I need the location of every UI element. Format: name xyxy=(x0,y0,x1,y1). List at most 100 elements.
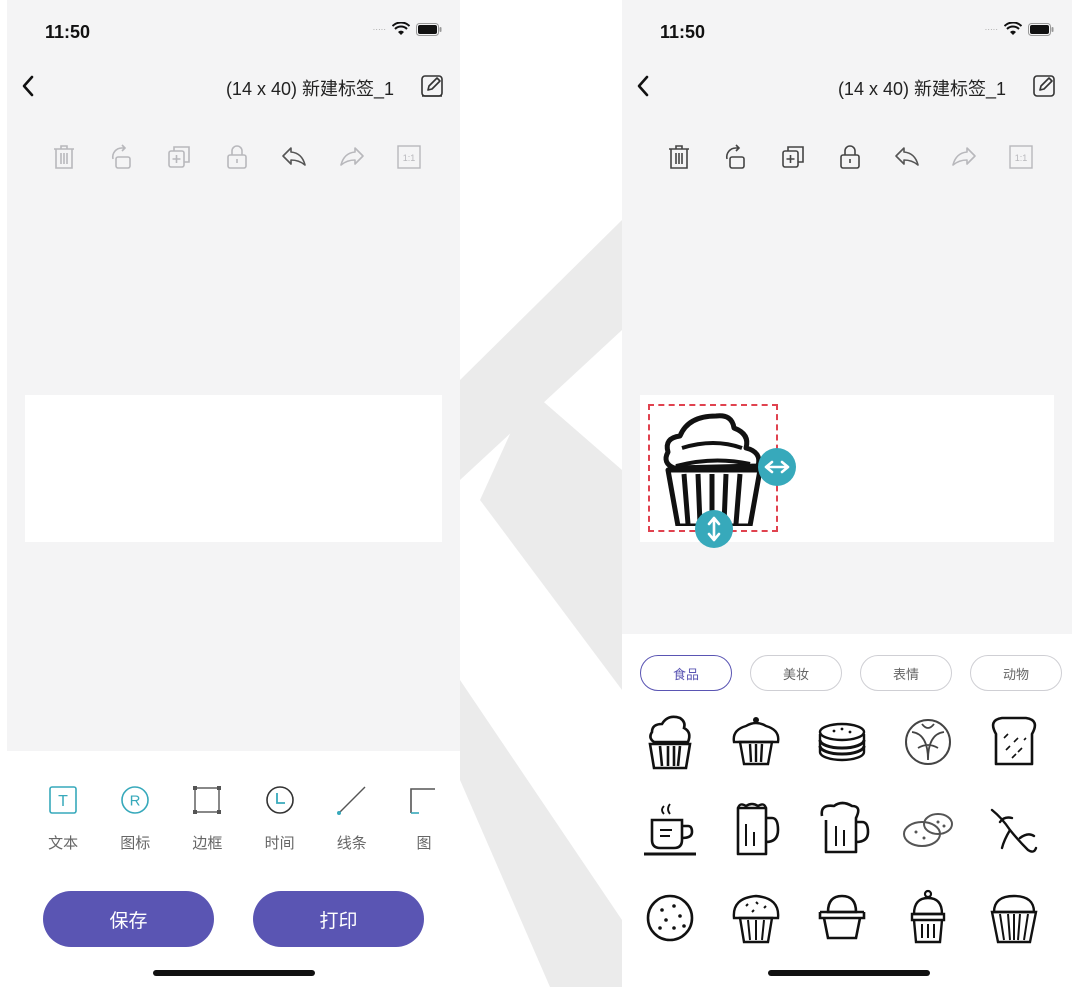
cupcake-icon[interactable] xyxy=(640,712,700,772)
svg-text:R: R xyxy=(130,793,141,810)
clock-icon xyxy=(265,786,294,814)
potato-icon[interactable] xyxy=(898,800,958,860)
pencil-square-icon xyxy=(1033,75,1055,97)
pencil-square-icon xyxy=(421,75,443,97)
lock-button[interactable] xyxy=(837,143,863,171)
cabbage-icon[interactable] xyxy=(898,712,958,772)
sprinkle-muffin-icon[interactable] xyxy=(726,888,786,948)
undo-icon xyxy=(895,147,919,166)
beer-mug-icon[interactable] xyxy=(726,800,786,860)
bread-slice-icon[interactable] xyxy=(984,712,1044,772)
tab-emoji[interactable]: 表情 xyxy=(860,655,952,691)
sticker-category-tabs: 食品 美妆 表情 动物 xyxy=(640,655,1072,691)
delete-button[interactable] xyxy=(666,143,692,171)
icon-tool-label: 图标 xyxy=(120,835,151,852)
label-canvas[interactable] xyxy=(25,395,442,542)
resize-width-handle[interactable] xyxy=(758,448,796,486)
edit-toolbar: 1:1 xyxy=(51,143,422,171)
resize-height-handle[interactable] xyxy=(695,510,733,548)
cookies-stack-icon[interactable] xyxy=(812,712,872,772)
status-time: 11:50 xyxy=(660,22,706,42)
undo-button[interactable] xyxy=(281,143,307,171)
text-tool[interactable]: T 文本 xyxy=(27,784,99,853)
save-button[interactable]: 保存 xyxy=(43,891,214,947)
text-tool-label: 文本 xyxy=(48,835,79,852)
signal-icon: ····· xyxy=(984,24,998,34)
time-tool[interactable]: 时间 xyxy=(244,784,316,853)
chevron-left-icon xyxy=(22,75,34,97)
battery-icon xyxy=(416,22,442,36)
actual-size-button[interactable]: 1:1 xyxy=(396,143,422,171)
svg-text:1:1: 1:1 xyxy=(403,153,416,163)
redo-button[interactable] xyxy=(339,143,365,171)
back-button[interactable] xyxy=(630,72,658,100)
icon-tool[interactable]: R 图标 xyxy=(99,784,171,853)
image-tool[interactable]: 图 xyxy=(388,784,460,853)
status-time: 11:50 xyxy=(45,22,91,42)
rotate-button[interactable] xyxy=(109,143,135,171)
actual-size-icon: 1:1 xyxy=(1009,145,1033,169)
image-icon xyxy=(410,788,435,814)
home-indicator xyxy=(768,970,930,976)
lock-button[interactable] xyxy=(224,143,250,171)
sticker-grid xyxy=(640,712,1068,948)
page-title: (14 x 40) 新建标签_1 xyxy=(225,79,394,99)
redo-button[interactable] xyxy=(951,143,977,171)
tab-beauty[interactable]: 美妆 xyxy=(750,655,842,691)
cookie-icon[interactable] xyxy=(640,888,700,948)
horizontal-arrows-icon xyxy=(764,460,790,474)
print-button[interactable]: 打印 xyxy=(253,891,424,947)
edit-toolbar: 1:1 xyxy=(666,143,1034,171)
status-icons: ····· xyxy=(373,22,442,36)
rotate-icon xyxy=(111,144,131,169)
image-tool-label: 图 xyxy=(416,835,432,852)
wifi-icon xyxy=(1004,22,1022,35)
actual-size-icon: 1:1 xyxy=(397,145,421,169)
wifi-icon xyxy=(392,22,410,35)
home-indicator xyxy=(153,970,315,976)
signal-icon: ····· xyxy=(372,24,386,34)
muffin-icon[interactable] xyxy=(726,712,786,772)
edit-title-button[interactable] xyxy=(1030,72,1058,100)
line-tool[interactable]: 线条 xyxy=(316,784,388,853)
cupcake-icon xyxy=(663,413,763,526)
delete-icon xyxy=(54,145,74,169)
duplicate-icon xyxy=(168,146,190,168)
registered-icon: R xyxy=(121,786,150,814)
svg-text:T: T xyxy=(58,793,68,810)
lock-icon xyxy=(226,145,247,169)
line-icon xyxy=(336,786,366,815)
watermark xyxy=(460,220,622,987)
rotate-button[interactable] xyxy=(723,143,749,171)
element-tools: T 文本 R 图标 边框 时间 线条 图 xyxy=(27,784,460,853)
edit-title-button[interactable] xyxy=(418,72,446,100)
border-icon xyxy=(193,786,222,814)
cupcake-liner-icon[interactable] xyxy=(984,888,1044,948)
pudding-icon[interactable] xyxy=(812,888,872,948)
action-bar: 保存 打印 xyxy=(43,891,424,947)
tab-animals[interactable]: 动物 xyxy=(970,655,1062,691)
ginseng-icon[interactable] xyxy=(984,800,1044,860)
label-editor-screen-sticker: 11:50 ····· (14 x 40) 新建标签_1 1:1 食品 美妆 表… xyxy=(622,0,1072,987)
back-button[interactable] xyxy=(15,72,43,100)
coffee-cup-icon[interactable] xyxy=(640,800,700,860)
svg-text:1:1: 1:1 xyxy=(1015,153,1028,163)
lock-icon xyxy=(840,145,860,169)
actual-size-button[interactable]: 1:1 xyxy=(1008,143,1034,171)
text-icon: T xyxy=(49,786,77,814)
undo-button[interactable] xyxy=(894,143,920,171)
delete-button[interactable] xyxy=(51,143,77,171)
time-tool-label: 时间 xyxy=(264,835,295,852)
undo-icon xyxy=(282,147,306,166)
status-icons: ····· xyxy=(985,22,1054,36)
rotate-icon xyxy=(725,144,745,169)
duplicate-icon xyxy=(782,146,804,168)
vertical-arrows-icon xyxy=(707,516,721,542)
cherry-cupcake-icon[interactable] xyxy=(898,888,958,948)
beer-mug-foam-icon[interactable] xyxy=(812,800,872,860)
duplicate-button[interactable] xyxy=(166,143,192,171)
tab-food[interactable]: 食品 xyxy=(640,655,732,691)
border-tool[interactable]: 边框 xyxy=(171,784,243,853)
duplicate-button[interactable] xyxy=(780,143,806,171)
redo-icon xyxy=(952,147,976,166)
